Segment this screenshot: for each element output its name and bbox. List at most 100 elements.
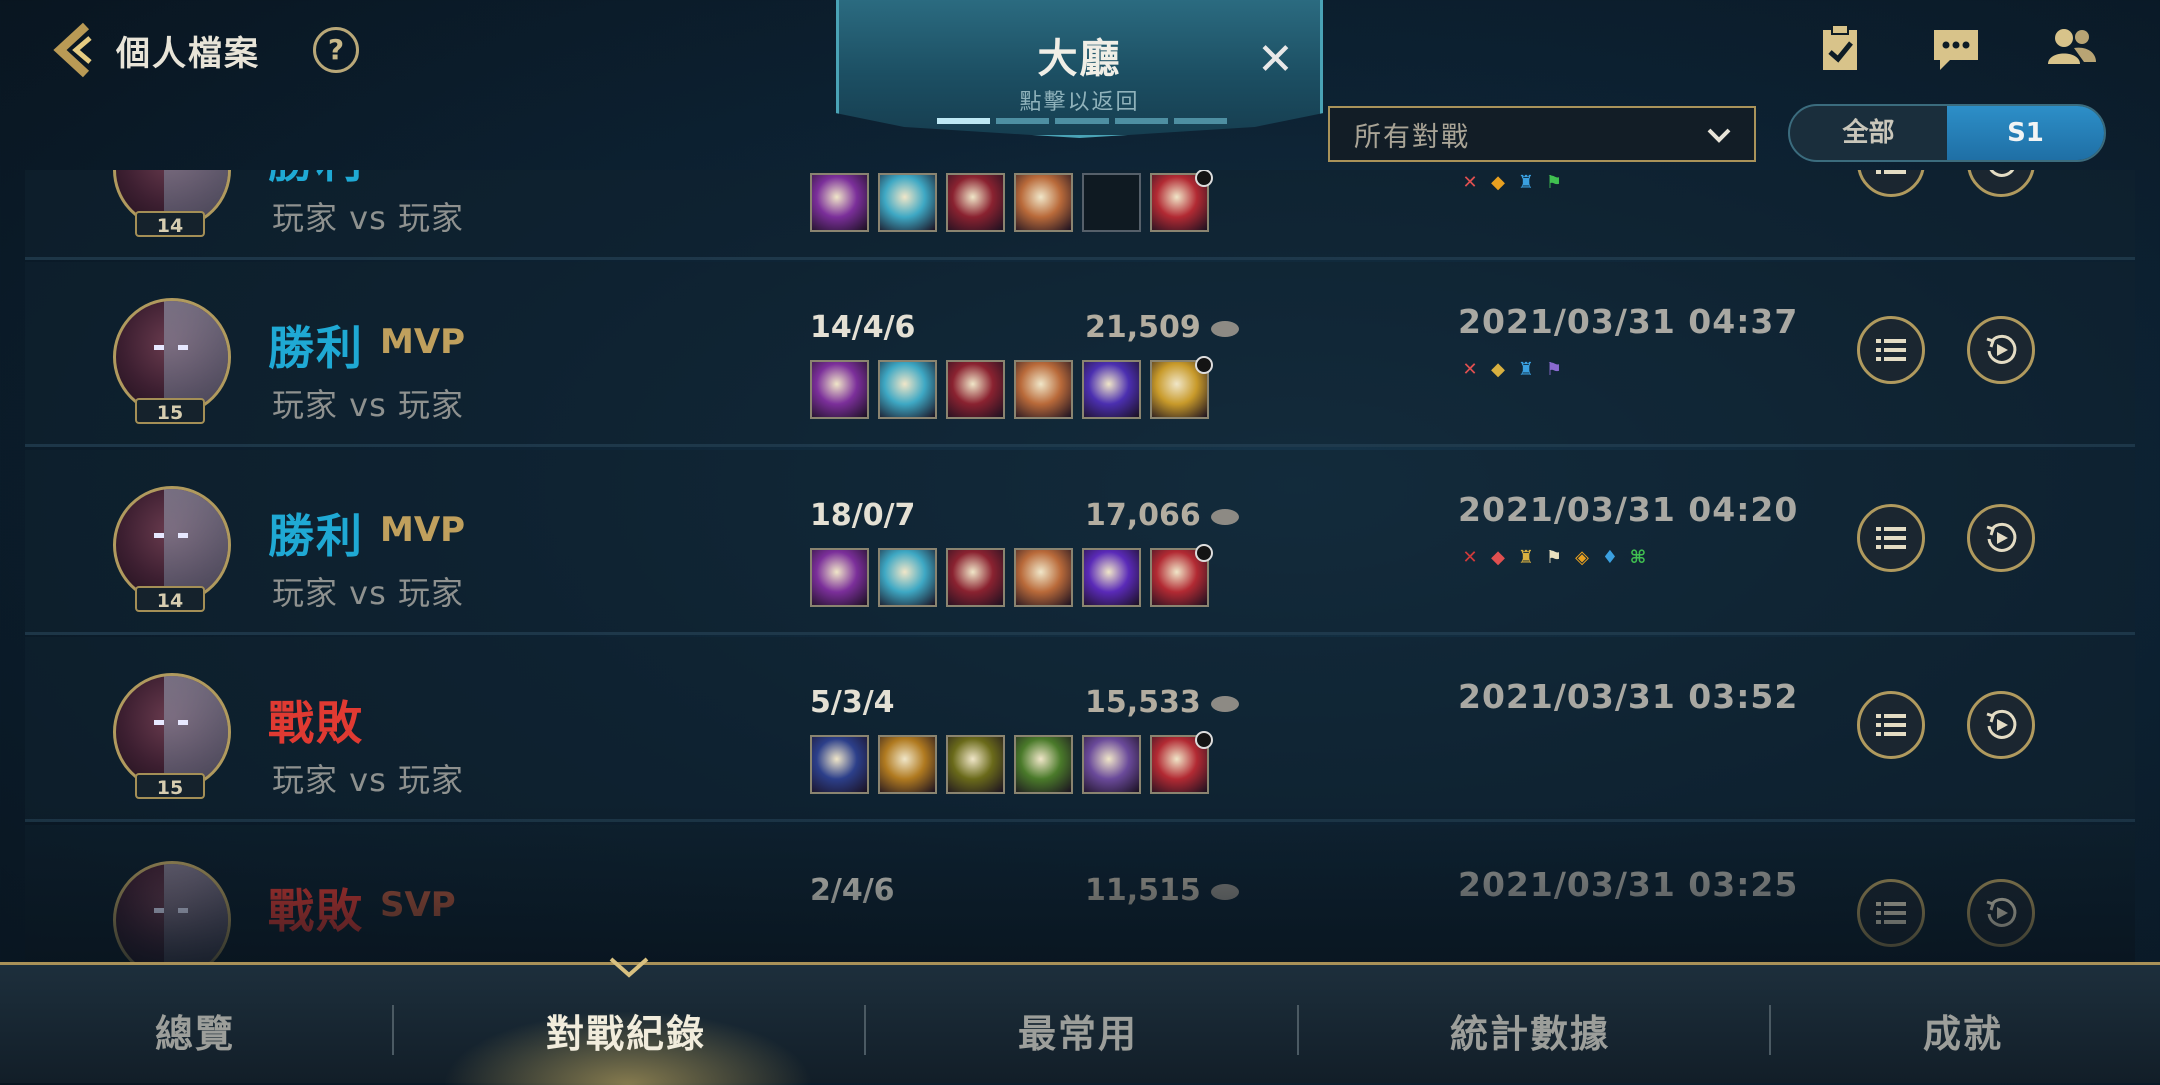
achievement-badge-icon: ♜ xyxy=(1517,547,1535,568)
mvp-badge: MVP xyxy=(380,322,466,362)
mvp-badge: MVP xyxy=(380,510,466,550)
replay-button[interactable] xyxy=(1967,316,2035,384)
replay-button[interactable] xyxy=(1967,170,2035,197)
match-date: 2021/03/31 04:20 xyxy=(1458,490,1799,529)
match-badges: ✕ ◆ ♜ ⚑ ◈ ♦ ⌘ xyxy=(1460,548,1648,568)
mvp-badge: MVP xyxy=(380,170,465,175)
match-date: 2021/03/31 03:52 xyxy=(1458,677,1799,716)
list-icon xyxy=(1876,170,1906,174)
clipboard-check-icon[interactable] xyxy=(1814,22,1866,74)
match-mode: 玩家 vs 玩家 xyxy=(272,386,464,424)
match-result: 戰敗 xyxy=(268,696,364,750)
hero-level-badge: 14 xyxy=(135,586,205,612)
back-button[interactable]: 個人檔案 xyxy=(50,22,260,78)
lobby-subtitle: 點擊以返回 xyxy=(1019,90,1140,115)
list-icon xyxy=(1876,339,1906,361)
item-build xyxy=(810,544,1213,607)
item-icon xyxy=(1082,548,1141,607)
hero-level-badge: 14 xyxy=(135,211,205,237)
match-result: 戰敗 xyxy=(268,884,364,938)
item-icon xyxy=(1150,170,1213,232)
item-icon xyxy=(1014,173,1073,232)
list-icon xyxy=(1876,714,1906,736)
replay-button[interactable] xyxy=(1967,879,2035,947)
friends-icon[interactable] xyxy=(2046,22,2098,74)
gold-value: 17,066 xyxy=(1085,498,1201,533)
kda-score: 14/4/6 xyxy=(810,310,916,345)
match-row[interactable]: 14勝利MVP玩家 vs 玩家2021/03/31 05:04✕◆♜⚑ xyxy=(25,170,2135,260)
tab-match-history[interactable]: 對戰紀錄 xyxy=(546,1003,706,1058)
item-icon xyxy=(878,360,937,419)
chevron-down-icon xyxy=(1707,128,1731,143)
achievement-badge-icon: ♦ xyxy=(1601,547,1619,568)
season-all-option[interactable]: 全部 xyxy=(1790,106,1947,160)
season-s1-option[interactable]: S1 xyxy=(1947,106,2104,160)
achievement-badge-icon: ✕ xyxy=(1462,172,1478,193)
list-icon xyxy=(1876,527,1906,549)
match-mode: 玩家 vs 玩家 xyxy=(272,199,464,237)
item-icon xyxy=(810,735,869,794)
coin-icon xyxy=(1210,508,1239,525)
achievement-badge-icon: ◆ xyxy=(1491,172,1505,193)
item-icon xyxy=(946,735,1005,794)
match-row[interactable]: 14 勝利 MVP 玩家 vs 玩家 18/0/7 17,066 2021/03/31 04… xyxy=(25,450,2135,635)
item-icon xyxy=(878,735,937,794)
page-indicator xyxy=(937,118,1228,124)
match-details-button[interactable] xyxy=(1857,170,1925,197)
match-badges: ✕ ◆ ♜ ⚑ xyxy=(1460,360,1564,380)
match-details-button[interactable] xyxy=(1857,504,1925,572)
coin-icon xyxy=(1210,883,1239,900)
item-icon xyxy=(1014,360,1073,419)
achievement-badge-icon: ⚑ xyxy=(1545,547,1563,568)
item-build xyxy=(810,170,1213,232)
match-row[interactable]: 戰敗 SVP 2/4/6 11,515 2021/03/31 03:25 xyxy=(25,825,2135,962)
mvp-badge: SVP xyxy=(380,885,456,925)
hero-level-badge: 15 xyxy=(135,773,205,799)
match-history-list[interactable]: 14勝利MVP玩家 vs 玩家2021/03/31 05:04✕◆♜⚑15勝利M… xyxy=(25,170,2135,962)
item-icon xyxy=(1082,360,1141,419)
tab-overview[interactable]: 總覽 xyxy=(155,1003,235,1058)
replay-button[interactable] xyxy=(1967,504,2035,572)
match-mode: 玩家 vs 玩家 xyxy=(272,761,464,799)
match-date: 2021/03/31 04:37 xyxy=(1458,302,1799,341)
season-toggle[interactable]: 全部 S1 xyxy=(1788,104,2106,162)
coin-icon xyxy=(1210,320,1239,337)
kda-score: 2/4/6 xyxy=(810,873,895,908)
item-icon xyxy=(1014,548,1073,607)
item-icon xyxy=(878,173,937,232)
match-details-button[interactable] xyxy=(1857,316,1925,384)
item-build xyxy=(810,731,1213,794)
match-row[interactable]: 15 勝利 MVP 玩家 vs 玩家 14/4/6 21,509 2021/03/31 04… xyxy=(25,262,2135,447)
achievement-badge-icon: ◆ xyxy=(1491,359,1505,380)
match-details-button[interactable] xyxy=(1857,691,1925,759)
achievement-badge-icon: ⚑ xyxy=(1545,172,1563,193)
achievement-badge-icon: ♜ xyxy=(1517,359,1535,380)
lobby-title: 大廳 xyxy=(1037,36,1122,82)
tab-achievements[interactable]: 成就 xyxy=(1923,1003,2003,1058)
match-badges: ✕ ◆ ♜ ⚑ xyxy=(1460,173,1564,193)
match-type-dropdown[interactable]: 所有對戰 xyxy=(1328,106,1756,162)
item-icon xyxy=(946,548,1005,607)
replay-button[interactable] xyxy=(1967,691,2035,759)
close-icon[interactable]: ✕ xyxy=(1257,38,1294,82)
replay-icon xyxy=(1989,170,2015,177)
help-button[interactable]: ? xyxy=(313,27,359,73)
item-icon xyxy=(1150,356,1213,419)
hero-level-badge: 15 xyxy=(135,398,205,424)
replay-icon xyxy=(1986,709,2017,739)
item-build xyxy=(810,356,1213,419)
tab-statistics[interactable]: 統計數據 xyxy=(1450,1003,1610,1058)
chat-icon[interactable] xyxy=(1930,22,1982,74)
gold-earned: 15,533 xyxy=(1085,685,1239,720)
kda-score: 5/3/4 xyxy=(810,685,895,720)
lobby-return-banner[interactable]: 大廳 點擊以返回 ✕ xyxy=(836,0,1323,138)
gold-value: 11,515 xyxy=(1085,873,1201,908)
tab-most-used[interactable]: 最常用 xyxy=(1018,1003,1138,1058)
gold-value: 21,509 xyxy=(1085,310,1201,345)
match-row[interactable]: 15 戰敗玩家 vs 玩家 5/3/4 15,533 2021/03/31 03:52 xyxy=(25,637,2135,822)
item-icon xyxy=(1150,731,1213,794)
gold-earned: 11,515 xyxy=(1085,873,1239,908)
match-details-button[interactable] xyxy=(1857,879,1925,947)
item-icon xyxy=(946,360,1005,419)
item-icon xyxy=(1150,544,1213,607)
